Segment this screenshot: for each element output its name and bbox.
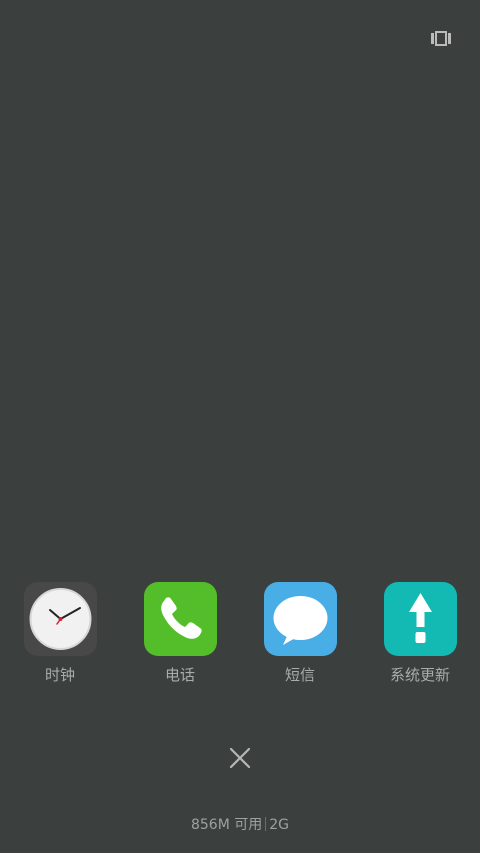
memory-status: 856M 可用 2G <box>0 815 480 835</box>
memory-available: 856M 可用 <box>190 817 263 833</box>
divider <box>265 817 267 831</box>
recent-app-phone[interactable]: 电话 <box>130 582 230 685</box>
recent-app-system-update[interactable]: 系统更新 <box>370 582 470 685</box>
recent-apps-row: 时钟 电话 短信 系统更新 <box>0 582 480 692</box>
close-icon[interactable] <box>228 746 252 770</box>
clock-icon <box>23 582 97 656</box>
recent-app-clock[interactable]: 时钟 <box>10 582 110 685</box>
memory-total: 2G <box>269 817 290 833</box>
app-label: 系统更新 <box>389 666 450 684</box>
update-arrow-icon <box>383 582 457 656</box>
app-label: 短信 <box>284 666 315 684</box>
recent-app-messages[interactable]: 短信 <box>250 582 350 685</box>
card-stack-icon[interactable] <box>431 31 451 46</box>
phone-icon <box>143 582 217 656</box>
app-label: 时钟 <box>44 666 75 684</box>
app-label: 电话 <box>164 666 195 684</box>
message-bubble-icon <box>263 582 337 656</box>
